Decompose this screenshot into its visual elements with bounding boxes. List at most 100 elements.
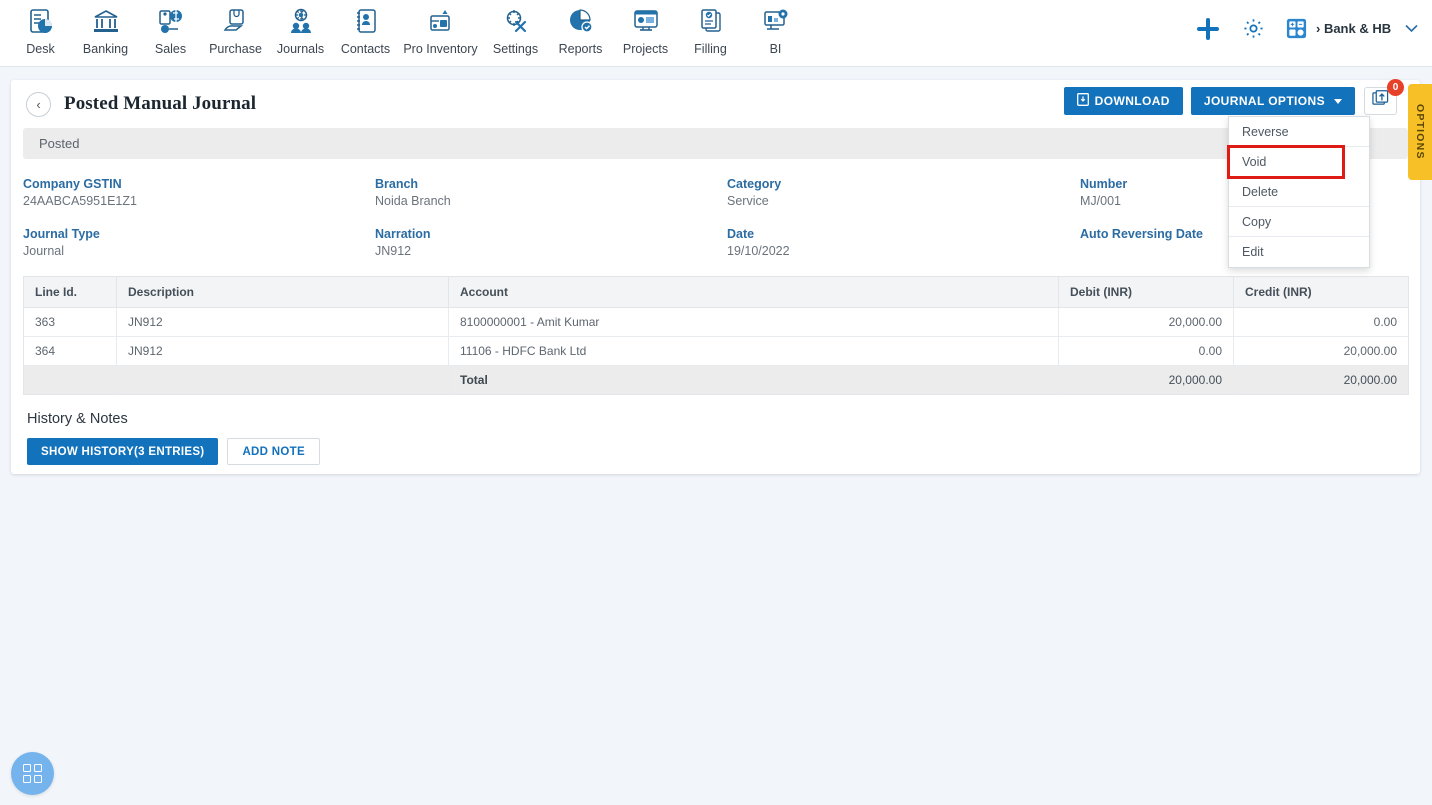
- plus-icon[interactable]: [1196, 17, 1220, 41]
- nav-label: Desk: [26, 42, 55, 56]
- column-header-debit: Debit (INR): [1058, 276, 1234, 308]
- reports-icon: [567, 6, 595, 39]
- nav-item-pro-inventory[interactable]: Pro Inventory: [398, 0, 483, 56]
- nav-item-projects[interactable]: Projects: [613, 0, 678, 56]
- field-value: JN912: [375, 244, 412, 258]
- options-tab-label: OPTIONS: [1414, 104, 1426, 160]
- desk-icon: [27, 6, 55, 39]
- document-download-icon: [1076, 93, 1089, 109]
- table-row[interactable]: 364 JN912 11106 - HDFC Bank Ltd 0.00 20,…: [23, 336, 1409, 366]
- cell-total-blank-1: [23, 365, 117, 395]
- nav-label: Sales: [154, 42, 187, 56]
- nav-label: Settings: [492, 42, 539, 56]
- dropdown-item-copy[interactable]: Copy: [1229, 207, 1369, 237]
- nav-right-actions: › Bank & HB I: [1196, 0, 1432, 57]
- cell-total-blank-2: [116, 365, 449, 395]
- field-label: Branch: [375, 177, 419, 191]
- history-section-title: History & Notes: [27, 411, 128, 427]
- nav-item-filling[interactable]: Filling: [678, 0, 743, 56]
- upload-attachment-button[interactable]: 0: [1364, 79, 1404, 115]
- upload-badge: 0: [1387, 79, 1404, 96]
- chevron-left-icon: ‹: [36, 96, 41, 112]
- column-header-credit: Credit (INR): [1233, 276, 1409, 308]
- journal-card: ‹ Posted Manual Journal DOWNLOAD JOURNAL…: [11, 79, 1420, 474]
- dropdown-item-label: Reverse: [1242, 125, 1289, 139]
- settings-icon: [502, 6, 530, 39]
- back-button[interactable]: ‹: [26, 91, 51, 117]
- purchase-icon: [222, 6, 250, 39]
- nav-item-reports[interactable]: Reports: [548, 0, 613, 56]
- field-company-gstin: Company GSTIN 24AABCA5951E1Z1: [23, 177, 375, 209]
- nav-label: Banking: [82, 42, 129, 56]
- apps-grid-fab[interactable]: [11, 752, 54, 795]
- field-value: 24AABCA5951E1Z1: [23, 194, 137, 208]
- journal-details-grid: Company GSTIN 24AABCA5951E1Z1 Branch Noi…: [11, 159, 1420, 259]
- top-navigation-bar: Desk Banking Sales Purchase Journals Con…: [0, 0, 1432, 67]
- field-branch: Branch Noida Branch: [375, 177, 727, 209]
- chevron-down-icon[interactable]: [1405, 21, 1418, 36]
- journal-lines-table: Line Id. Description Account Debit (INR)…: [23, 276, 1409, 395]
- table-total-row: Total 20,000.00 20,000.00: [23, 365, 1409, 395]
- history-and-notes-section: History & Notes SHOW HISTORY(3 ENTRIES) …: [27, 411, 1408, 465]
- dropdown-item-label: Edit: [1242, 245, 1264, 259]
- table-header-row: Line Id. Description Account Debit (INR)…: [23, 276, 1409, 308]
- field-journal-type: Journal Type Journal: [23, 227, 375, 259]
- options-side-tab[interactable]: OPTIONS: [1408, 84, 1432, 180]
- account-name[interactable]: › Bank & HB I: [1316, 21, 1394, 36]
- bank-icon: [92, 6, 120, 39]
- field-label: Category: [727, 177, 782, 191]
- show-history-button[interactable]: SHOW HISTORY(3 ENTRIES): [27, 438, 219, 465]
- field-value: 19/10/2022: [727, 244, 790, 258]
- nav-item-journals[interactable]: Journals: [268, 0, 333, 56]
- field-date: Date 19/10/2022: [727, 227, 1080, 259]
- nav-label: Journals: [276, 42, 325, 56]
- grid-apps-icon: [23, 764, 42, 783]
- inventory-icon: [427, 6, 455, 39]
- dropdown-item-reverse[interactable]: Reverse: [1229, 117, 1369, 147]
- status-label: Posted: [39, 136, 80, 151]
- field-category: Category Service: [727, 177, 1080, 209]
- nav-item-sales[interactable]: Sales: [138, 0, 203, 56]
- field-label: Company GSTIN: [23, 177, 122, 191]
- journal-options-dropdown: Reverse Void Delete Copy Edit: [1227, 116, 1370, 268]
- page-title: Posted Manual Journal: [64, 93, 257, 114]
- nav-label: Contacts: [340, 42, 391, 56]
- journal-options-button[interactable]: JOURNAL OPTIONS: [1190, 87, 1355, 115]
- nav-label: Purchase: [209, 42, 262, 56]
- sales-icon: [157, 6, 185, 39]
- bi-icon: [762, 6, 790, 39]
- cell-credit: 20,000.00: [1233, 336, 1409, 366]
- cell-account: 11106 - HDFC Bank Ltd: [448, 336, 1059, 366]
- status-badge: Posted: [23, 128, 1408, 159]
- field-label: Date: [727, 227, 755, 241]
- gear-icon[interactable]: [1242, 17, 1265, 40]
- nav-item-desk[interactable]: Desk: [8, 0, 73, 56]
- journals-icon: [287, 6, 315, 39]
- nav-item-banking[interactable]: Banking: [73, 0, 138, 56]
- cell-description: JN912: [116, 307, 449, 337]
- download-button-label: DOWNLOAD: [1094, 94, 1170, 108]
- nav-item-settings[interactable]: Settings: [483, 0, 548, 56]
- download-button[interactable]: DOWNLOAD: [1063, 87, 1183, 115]
- upload-attachment-icon: [1372, 90, 1389, 112]
- card-header: ‹ Posted Manual Journal DOWNLOAD JOURNAL…: [11, 79, 1420, 268]
- field-value: Noida Branch: [375, 194, 451, 208]
- nav-item-purchase[interactable]: Purchase: [203, 0, 268, 56]
- dropdown-item-void[interactable]: Void: [1227, 145, 1345, 179]
- add-note-button[interactable]: ADD NOTE: [227, 438, 320, 465]
- nav-label: Filling: [694, 42, 727, 56]
- nav-item-contacts[interactable]: Contacts: [333, 0, 398, 56]
- dropdown-item-delete[interactable]: Delete: [1229, 177, 1369, 207]
- table-row[interactable]: 363 JN912 8100000001 - Amit Kumar 20,000…: [23, 307, 1409, 337]
- dropdown-item-label: Delete: [1242, 185, 1279, 199]
- dropdown-item-label: Copy: [1242, 215, 1272, 229]
- cell-credit: 0.00: [1233, 307, 1409, 337]
- field-label: Journal Type: [23, 227, 100, 241]
- filling-icon: [697, 6, 725, 39]
- nav-label: Reports: [558, 42, 603, 56]
- dropdown-item-edit[interactable]: Edit: [1229, 237, 1369, 267]
- nav-item-bi[interactable]: BI: [743, 0, 808, 56]
- cell-description: JN912: [116, 336, 449, 366]
- column-header-account: Account: [448, 276, 1059, 308]
- calculator-icon[interactable]: [1285, 17, 1308, 40]
